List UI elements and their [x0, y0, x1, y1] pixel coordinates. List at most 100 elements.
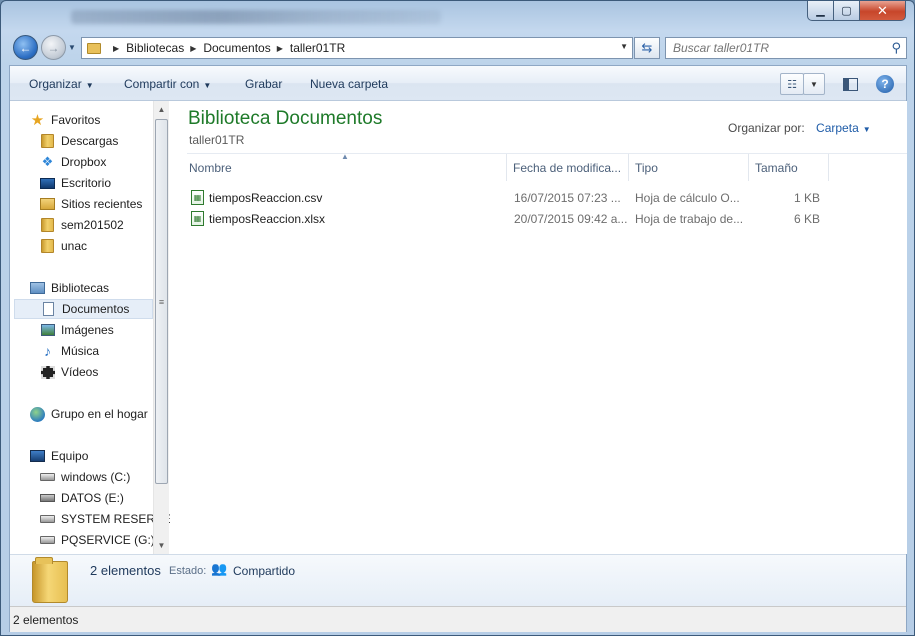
nav-item-label: Descargas — [61, 134, 119, 148]
recent-pages-dropdown[interactable]: ▼ — [68, 43, 76, 52]
nav-item-label: Música — [61, 344, 100, 358]
scroll-up-icon[interactable]: ▲ — [154, 101, 169, 117]
share-with-label: Compartir con — [124, 77, 200, 91]
folder-icon — [40, 218, 55, 232]
status-item-count: 2 elementos — [13, 613, 79, 627]
column-header-label: Nombre — [189, 160, 232, 175]
videos-icon — [40, 365, 55, 379]
arrange-by: Organizar por: Carpeta ▼ — [728, 121, 871, 135]
file-type: Hoja de cálculo O... — [635, 190, 740, 205]
drive-icon — [40, 512, 55, 526]
file-name: tiemposReaccion.csv — [209, 190, 323, 205]
arrange-by-value: Carpeta — [816, 121, 859, 135]
close-icon: ✕ — [877, 2, 888, 18]
column-header-size[interactable]: Tamaño — [749, 154, 829, 181]
breadcrumb-taller01tr[interactable]: taller01TR — [290, 41, 345, 55]
pictures-icon — [40, 323, 55, 337]
nav-item-label: DATOS (E:) — [61, 491, 124, 505]
navigation-row: ← → ▼ ▶ Bibliotecas ▶ Documentos ▶ talle… — [1, 35, 914, 61]
column-header-name[interactable]: Nombre — [187, 154, 507, 181]
spreadsheet-icon: ▦ — [191, 211, 204, 226]
breadcrumb-bibliotecas[interactable]: Bibliotecas — [126, 41, 184, 55]
library-folder-icon — [32, 557, 68, 603]
dropbox-icon: ❖ — [41, 154, 54, 169]
help-button[interactable]: ? — [876, 75, 894, 93]
shared-users-icon: 👥 — [211, 561, 228, 576]
refresh-icon: ⇆ — [641, 40, 653, 55]
desktop-icon — [40, 176, 55, 190]
share-with-button[interactable]: Compartir con ▼ — [124, 77, 211, 91]
maximize-button[interactable]: ▢ — [833, 1, 860, 21]
nav-homegroup-label: Grupo en el hogar — [51, 407, 148, 421]
column-header-date[interactable]: Fecha de modifica... — [507, 154, 629, 181]
new-folder-button[interactable]: Nueva carpeta — [310, 77, 388, 91]
forward-arrow-icon: → — [47, 40, 60, 55]
close-button[interactable]: ✕ — [859, 1, 906, 21]
nav-computer[interactable]: Equipo — [30, 446, 173, 466]
address-dropdown-icon[interactable]: ▼ — [620, 42, 628, 51]
column-header-type[interactable]: Tipo — [629, 154, 749, 181]
nav-libraries[interactable]: Bibliotecas — [30, 278, 173, 298]
forward-button[interactable]: → — [41, 35, 66, 60]
breadcrumb-documentos[interactable]: Documentos — [203, 41, 270, 55]
chevron-down-icon: ▼ — [203, 81, 212, 90]
preview-pane-button[interactable] — [838, 73, 862, 95]
nav-item-label: Escritorio — [61, 176, 112, 190]
arrange-by-label: Organizar por: — [728, 121, 805, 135]
file-name: tiemposReaccion.xlsx — [209, 211, 326, 226]
burn-button[interactable]: Grabar — [245, 77, 282, 91]
nav-item-label: Sitios recientes — [61, 197, 143, 211]
file-row[interactable]: ▦ tiemposReaccion.csv 16/07/2015 07:23 ..… — [187, 187, 907, 208]
computer-icon — [30, 449, 45, 463]
organize-button[interactable]: Organizar ▼ — [29, 77, 94, 91]
details-state-value: Compartido — [233, 564, 296, 578]
command-bar: Organizar ▼ Compartir con ▼ Grabar Nueva c… — [10, 66, 906, 101]
organize-label: Organizar — [29, 77, 82, 91]
explorer-window: ▁ ▢ ✕ ← → ▼ ▶ Bibliotecas ▶ Documentos ▶… — [0, 0, 915, 636]
arrange-by-dropdown[interactable]: Carpeta ▼ — [816, 121, 871, 135]
homegroup-icon — [30, 406, 45, 422]
file-date: 20/07/2015 09:42 a... — [514, 211, 628, 226]
breadcrumb-separator-icon[interactable]: ▶ — [113, 44, 119, 53]
file-size: 1 KB — [793, 190, 820, 205]
chevron-down-icon: ▼ — [862, 125, 871, 134]
file-row[interactable]: ▦ tiemposReaccion.xlsx 20/07/2015 09:42 a… — [187, 208, 907, 229]
minimize-button[interactable]: ▁ — [807, 1, 834, 21]
drive-icon — [40, 470, 55, 484]
file-date: 16/07/2015 07:23 ... — [514, 190, 621, 205]
view-options-dropdown[interactable]: ▼ — [803, 73, 825, 95]
breadcrumb-separator-icon[interactable]: ▶ — [277, 44, 283, 53]
nav-pane-scrollbar[interactable]: ▲ ≡ ▼ — [153, 101, 169, 554]
nav-libraries-label: Bibliotecas — [51, 281, 110, 295]
scroll-thumb[interactable]: ≡ — [155, 119, 168, 484]
nav-homegroup[interactable]: Grupo en el hogar — [30, 404, 173, 424]
nav-item-documentos[interactable]: Documentos — [14, 299, 153, 319]
nav-favorites[interactable]: ★ Favoritos — [30, 110, 173, 130]
change-view-button[interactable]: ☷ — [780, 73, 804, 95]
search-input[interactable] — [666, 38, 876, 58]
title-bar: ▁ ▢ ✕ — [1, 1, 914, 31]
nav-item-label: PQSERVICE (G:) — [61, 533, 155, 547]
nav-item-label: Vídeos — [61, 365, 99, 379]
drive-icon — [40, 533, 55, 547]
search-icon[interactable]: ⚲ — [891, 40, 901, 56]
details-state-label: Estado: — [169, 565, 207, 577]
folder-icon — [87, 42, 101, 54]
search-box[interactable]: ⚲ — [665, 37, 907, 59]
back-button[interactable]: ← — [13, 35, 38, 60]
file-size: 6 KB — [793, 211, 820, 226]
address-bar[interactable]: ▶ Bibliotecas ▶ Documentos ▶ taller01TR … — [81, 37, 633, 59]
maximize-icon: ▢ — [841, 5, 852, 17]
recent-places-icon — [40, 197, 55, 211]
chevron-down-icon: ▼ — [85, 81, 94, 90]
help-icon: ? — [881, 77, 889, 91]
breadcrumb-separator-icon[interactable]: ▶ — [190, 44, 196, 53]
refresh-button[interactable]: ⇆ — [634, 37, 660, 59]
nav-favorites-label: Favoritos — [51, 113, 101, 127]
preview-pane-icon — [842, 77, 858, 91]
nav-item-label: Imágenes — [61, 323, 114, 337]
file-name-cell: ▦ tiemposReaccion.xlsx — [191, 208, 511, 229]
details-pane: 2 elementos Estado: 👥 Compartido — [10, 554, 906, 606]
nav-computer-label: Equipo — [51, 449, 89, 463]
scroll-down-icon[interactable]: ▼ — [154, 537, 169, 553]
